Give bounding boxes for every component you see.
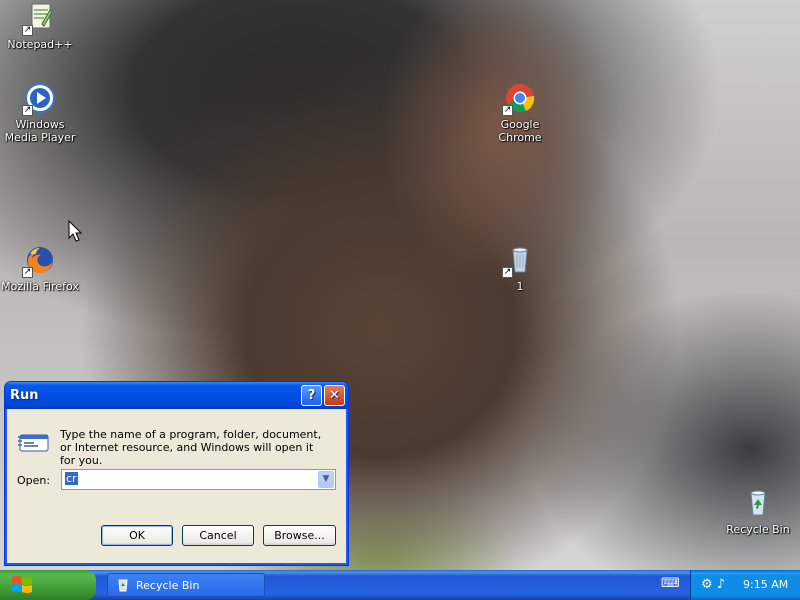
run-dialog-titlebar[interactable]: Run ? ✕ [5,382,348,409]
run-dialog-title: Run [10,388,39,403]
desktop-icon-notepadpp[interactable]: ↗ Notepad++ [0,2,80,51]
desktop-icon-1[interactable]: ↗ 1 [480,244,560,293]
desktop-icon-google-chrome[interactable]: ↗ Google Chrome [480,82,560,144]
run-dialog-body: Type the name of a program, folder, docu… [8,409,345,562]
open-input-value[interactable]: cr [65,472,78,485]
desktop-icon-label: Google Chrome [498,118,542,144]
browse-button[interactable]: Browse... [263,525,336,546]
chrome-icon: ↗ [502,82,536,116]
start-button[interactable] [0,570,96,600]
desktop-icon-label: Notepad++ [7,38,73,51]
mouse-cursor-icon [68,219,83,245]
open-label: Open: [17,474,51,487]
desktop-icon-windows-media-player[interactable]: ↗ Windows Media Player [0,82,80,144]
tray-icons[interactable]: ⚙ ♪ [701,577,725,592]
run-dialog: Run ? ✕ Type the name of a program, fold… [4,381,349,566]
desktop-icon-mozilla-firefox[interactable]: ↗ Mozilla Firefox [0,244,80,293]
chevron-down-icon[interactable]: ▼ [318,471,334,488]
cancel-button[interactable]: Cancel [182,525,254,546]
desktop-icon-label: 1 [516,280,524,293]
keyboard-icon[interactable]: ⌨ [661,576,680,594]
firefox-icon: ↗ [22,244,56,278]
recycle-bin-icon [742,487,774,519]
run-icon [18,431,52,453]
system-tray: ⚙ ♪ 9:15 AM [690,570,800,600]
desktop-icon-label: Windows Media Player [4,118,76,144]
windows-logo-icon [10,576,34,599]
notepadpp-icon: ↗ [22,2,56,36]
volume-icon[interactable]: ♪ [717,577,725,592]
taskbar-item-label: Recycle Bin [136,579,200,592]
windows-media-player-icon: ↗ [22,82,56,116]
taskbar: Recycle Bin ⌨ ⚙ ♪ 9:15 AM [0,570,800,600]
network-icon[interactable]: ⚙ [701,577,713,592]
desktop-icon-label: Mozilla Firefox [1,280,79,293]
recycle-bin-empty-icon: ↗ [502,244,536,278]
desktop-icon-label: Recycle Bin [726,523,790,536]
ok-button[interactable]: OK [101,525,173,546]
recycle-bin-icon [116,578,130,592]
clock[interactable]: 9:15 AM [743,578,788,591]
desktop-icon-recycle-bin[interactable]: Recycle Bin [718,487,798,536]
run-description: Type the name of a program, folder, docu… [60,428,322,467]
close-button[interactable]: ✕ [324,385,345,406]
open-combobox[interactable]: cr ▼ [61,469,336,490]
help-button[interactable]: ? [301,385,322,406]
taskbar-item-recycle-bin[interactable]: Recycle Bin [107,573,265,597]
